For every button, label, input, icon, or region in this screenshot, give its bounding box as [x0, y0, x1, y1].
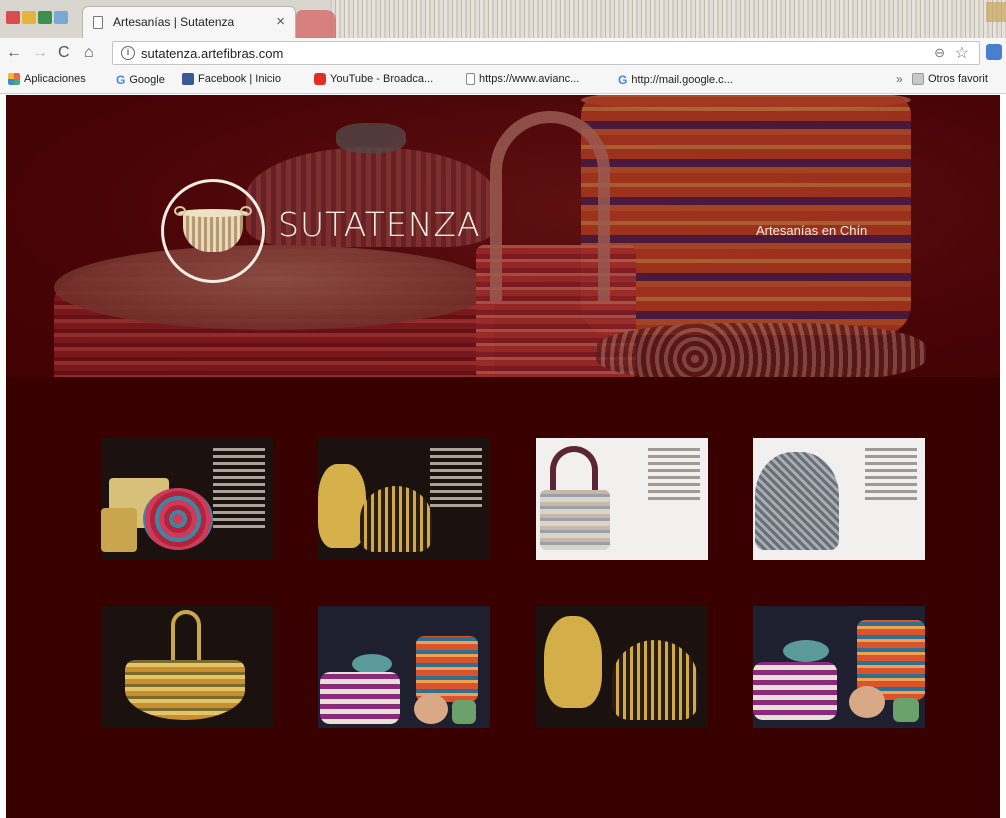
hero-banner: SUTATENZA Artesanías en Chín: [6, 95, 1000, 377]
browser-tab-strip: Artesanías | Sutatenza ×: [0, 0, 1006, 38]
logo-basket-icon[interactable]: [161, 179, 265, 283]
pinned-tab-icon[interactable]: [6, 11, 20, 24]
bookmark-youtube[interactable]: YouTube - Broadca...: [314, 73, 433, 85]
thumb-vase-and-lidded-basket[interactable]: [318, 438, 490, 560]
thumb-striped-basket-set-2[interactable]: [753, 606, 925, 728]
tab-title: Artesanías | Sutatenza: [113, 15, 235, 29]
bookmark-gmail[interactable]: G http://mail.google.c...: [618, 73, 733, 87]
extension-icon[interactable]: [986, 44, 1002, 60]
bookmarks-bar: Aplicaciones G Google Facebook | Inicio …: [0, 68, 1006, 94]
page-content: SUTATENZA Artesanías en Chín: [6, 95, 1000, 818]
google-icon: G: [618, 73, 628, 87]
apps-icon: [8, 73, 20, 85]
thumb-dome-basket[interactable]: [753, 438, 925, 560]
bookmark-star-icon[interactable]: ☆: [955, 43, 969, 63]
bookmark-label: http://mail.google.c...: [631, 74, 733, 86]
site-brand-name[interactable]: SUTATENZA: [278, 205, 481, 244]
page-icon: [93, 16, 103, 29]
bookmark-label: Facebook | Inicio: [198, 73, 281, 85]
background-tab[interactable]: [296, 10, 336, 38]
pinned-tab-icon[interactable]: [22, 11, 36, 24]
bookmark-facebook[interactable]: Facebook | Inicio: [182, 73, 281, 85]
bookmark-label: Google: [129, 74, 165, 86]
bookmark-label: Aplicaciones: [24, 73, 86, 85]
back-arrow-icon[interactable]: ←: [6, 44, 22, 62]
bookmark-label: Otros favorit: [928, 73, 988, 85]
thumb-striped-basket-set[interactable]: [318, 606, 490, 728]
reload-icon[interactable]: C: [58, 44, 70, 62]
product-gallery: [6, 377, 1000, 818]
address-bar[interactable]: i sutatenza.artefibras.com ⊖ ☆: [112, 41, 980, 65]
nav-link-artesanias[interactable]: Artesanías en Chín: [756, 223, 867, 238]
google-icon: G: [116, 73, 126, 87]
active-tab[interactable]: Artesanías | Sutatenza ×: [82, 6, 296, 38]
close-icon[interactable]: ×: [276, 13, 285, 30]
folder-icon: [912, 73, 924, 85]
bookmark-apps[interactable]: Aplicaciones: [8, 73, 86, 85]
youtube-icon: [314, 73, 326, 85]
bookmark-avianca[interactable]: https://www.avianc...: [466, 73, 579, 85]
forward-arrow-icon[interactable]: →: [32, 44, 48, 62]
more-bookmarks-icon[interactable]: »: [896, 72, 903, 86]
zoom-icon[interactable]: ⊖: [934, 45, 945, 61]
page-icon: [466, 73, 475, 85]
pinned-tabs[interactable]: [6, 8, 74, 26]
pinned-tab-icon[interactable]: [38, 11, 52, 24]
thumb-handbag[interactable]: [536, 438, 708, 560]
bookmark-label: https://www.avianc...: [479, 73, 580, 85]
bookmark-google[interactable]: G Google: [116, 73, 165, 87]
toolbar: ← → C ⌂ i sutatenza.artefibras.com ⊖ ☆: [0, 38, 1006, 68]
home-icon[interactable]: ⌂: [84, 44, 94, 62]
facebook-icon: [182, 73, 194, 85]
thumb-basket-set-tray[interactable]: [101, 438, 273, 560]
thumb-vase-and-lidded-basket-2[interactable]: [536, 606, 708, 728]
info-icon[interactable]: i: [121, 46, 135, 60]
bookmark-label: YouTube - Broadca...: [330, 73, 434, 85]
pinned-tab-icon[interactable]: [54, 11, 68, 24]
url-text[interactable]: sutatenza.artefibras.com: [141, 46, 283, 61]
tab-strip-background: [330, 0, 1006, 38]
thumb-handled-basket[interactable]: [101, 606, 273, 728]
profile-icon[interactable]: [986, 2, 1006, 22]
other-bookmarks[interactable]: Otros favorit: [912, 73, 988, 85]
